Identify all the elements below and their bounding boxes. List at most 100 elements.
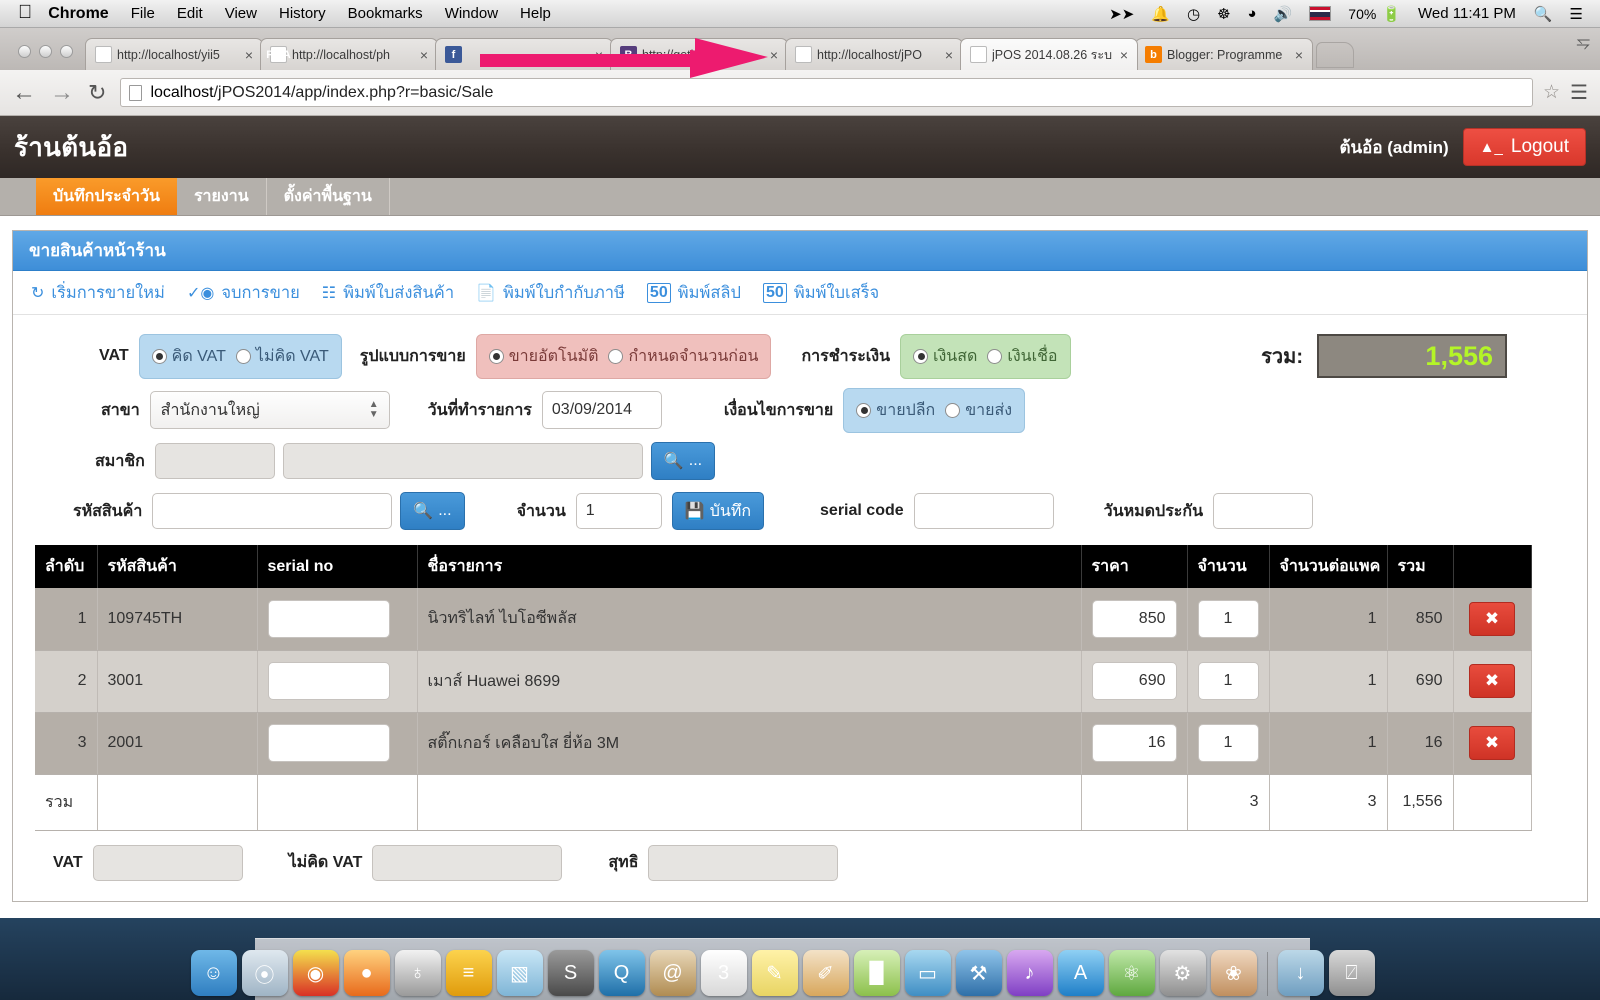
payment-option-credit[interactable]: เงินเชื่อ (987, 344, 1058, 369)
radio-icon[interactable] (856, 402, 872, 418)
sale-condition-option-retail[interactable]: ขายปลีก (856, 398, 935, 423)
row-price-input[interactable]: 16 (1091, 724, 1177, 762)
tab-close-icon[interactable]: × (767, 47, 781, 63)
chrome-menu-icon[interactable]: ☰ (1570, 80, 1588, 105)
battery-icon[interactable]: 🔋 (1382, 5, 1401, 23)
vat-radio-group[interactable]: คิด VAT ไม่คิด VAT (138, 333, 342, 379)
footer-net-input[interactable] (648, 844, 839, 881)
apple-icon[interactable]:  (18, 3, 32, 22)
row-serial-input[interactable] (267, 724, 390, 762)
zoom-window-button[interactable] (60, 45, 73, 58)
print-delivery-note-action[interactable]: ☷ พิมพ์ใบส่งสินค้า (322, 280, 454, 306)
print-slip-action[interactable]: 50 พิมพ์สลิป (646, 280, 741, 306)
browser-tab[interactable]: B http://getbootstrap. × (610, 38, 788, 70)
row-serial-input[interactable] (267, 662, 390, 700)
pages-icon[interactable]: ✐ (802, 950, 849, 996)
footer-novat-input[interactable] (372, 844, 563, 881)
sale-mode-radio-group[interactable]: ขายอัตโนมัติ กำหนดจำนวนก่อน (475, 333, 772, 379)
menu-help[interactable]: Help (520, 5, 551, 22)
delete-row-button[interactable]: ✖ (1469, 726, 1515, 760)
print-receipt-action[interactable]: 50 พิมพ์ใบเสร็จ (763, 280, 879, 306)
tab-close-icon[interactable]: × (942, 47, 956, 63)
nav-tab-reports[interactable]: รายงาน (177, 178, 267, 215)
radio-icon[interactable] (235, 348, 251, 364)
time-machine-icon[interactable]: ◷ (1187, 5, 1200, 23)
keynote-icon[interactable]: ▭ (904, 950, 951, 996)
browser-tab[interactable]: ● http://localhost/jPO × (785, 38, 963, 70)
browser-tab[interactable]: ● http://localhost/yii5 × (85, 38, 263, 70)
radio-icon[interactable] (945, 402, 961, 418)
sale-condition-radio-group[interactable]: ขายปลีก ขายส่ง (843, 387, 1026, 433)
sublime-text-icon[interactable]: S (547, 950, 594, 996)
xampp-icon[interactable]: ≡ (445, 950, 492, 996)
safari-icon[interactable]: ⦿ (241, 950, 288, 996)
payment-radio-group[interactable]: เงินสด เงินเชื่อ (900, 333, 1071, 379)
minimize-window-button[interactable] (39, 45, 52, 58)
delete-row-button[interactable]: ✖ (1469, 664, 1515, 698)
quicktime-icon[interactable]: Q (598, 950, 645, 996)
address-bar[interactable]: localhost/jPOS2014/app/index.php?r=basic… (120, 78, 1534, 107)
firefox-icon[interactable]: ● (343, 950, 390, 996)
print-tax-invoice-action[interactable]: 📄 พิมพ์ใบกำกับภาษี (476, 280, 625, 306)
browser-tab[interactable]: PMA http://localhost/ph × (260, 38, 438, 70)
tab-close-icon[interactable]: × (592, 47, 606, 63)
fullscreen-icon[interactable]: ⥧ (1576, 34, 1590, 54)
back-arrow-icon[interactable]: ← (12, 80, 36, 105)
new-sale-action[interactable]: ↻ เริ่มการขายใหม่ (31, 280, 165, 306)
member-name-input[interactable] (282, 443, 643, 479)
menu-chrome[interactable]: Chrome (48, 5, 108, 23)
row-price-input[interactable]: 850 (1091, 599, 1177, 638)
notes-icon[interactable]: ✎ (751, 950, 798, 996)
sale-condition-option-wholesale[interactable]: ขายส่ง (945, 398, 1012, 423)
logout-button[interactable]: ▲_ Logout (1462, 128, 1586, 166)
system-preferences-icon[interactable]: ⚙ (1159, 950, 1206, 996)
menu-bar-clock[interactable]: Wed 11:41 PM (1418, 5, 1516, 22)
itunes-icon[interactable]: ♪ (1006, 950, 1053, 996)
browser-tab[interactable]: f × (435, 38, 613, 70)
calendar-icon[interactable]: 3 (700, 950, 747, 996)
new-tab-button[interactable] (1316, 42, 1354, 68)
bookmark-star-icon[interactable]: ☆ (1543, 81, 1560, 104)
xcode-icon[interactable]: ⚒ (955, 950, 1002, 996)
radio-icon[interactable] (608, 348, 624, 364)
serial-code-input[interactable] (913, 493, 1054, 529)
finish-sale-action[interactable]: ✓◉ จบการขาย (187, 280, 300, 306)
mail-icon[interactable]: @ (649, 950, 696, 996)
transaction-date-input[interactable]: 03/09/2014 (541, 391, 662, 429)
member-code-input[interactable] (154, 443, 275, 479)
notification-center-icon[interactable]: ☰ (1570, 5, 1583, 23)
finder-icon[interactable]: ☺ (190, 950, 237, 996)
menu-window[interactable]: Window (445, 5, 498, 22)
tab-close-icon[interactable]: × (1292, 47, 1306, 63)
menu-bookmarks[interactable]: Bookmarks (348, 5, 423, 22)
page-info-icon[interactable] (129, 84, 143, 101)
bluetooth-icon[interactable]: ☸ (1217, 5, 1230, 23)
app-store-icon[interactable]: A (1057, 950, 1104, 996)
row-qty-input[interactable]: 1 (1197, 662, 1259, 700)
thai-flag-icon[interactable] (1309, 6, 1332, 21)
numbers-icon[interactable]: █ (853, 950, 900, 996)
radio-icon[interactable] (151, 348, 167, 364)
row-qty-input[interactable]: 1 (1197, 724, 1259, 762)
sale-mode-option-auto[interactable]: ขายอัตโนมัติ (488, 344, 598, 369)
menu-view[interactable]: View (225, 5, 257, 22)
quantity-input[interactable]: 1 (575, 493, 662, 529)
chrome-icon[interactable]: ◉ (292, 950, 339, 996)
product-search-button[interactable]: 🔍 ... (400, 492, 465, 530)
volume-icon[interactable]: 🔊 (1274, 5, 1293, 23)
browser-tab[interactable]: b Blogger: Programme × (1135, 38, 1313, 70)
trash-icon[interactable]: ⍁ (1328, 950, 1375, 996)
row-serial-input[interactable] (267, 599, 390, 638)
spotlight-search-icon[interactable]: 🔍 (1534, 5, 1553, 23)
save-item-button[interactable]: 💾 บันทึก (671, 492, 765, 530)
tab-close-icon[interactable]: × (417, 47, 431, 63)
menu-edit[interactable]: Edit (177, 5, 203, 22)
virtualbox-icon[interactable]: ▧ (496, 950, 543, 996)
warranty-expiry-input[interactable] (1213, 493, 1314, 529)
downloads-stack-icon[interactable]: ↓ (1277, 950, 1324, 996)
vat-option-without[interactable]: ไม่คิด VAT (235, 344, 329, 369)
tab-close-icon[interactable]: × (242, 47, 256, 63)
product-code-input[interactable] (152, 493, 393, 529)
browser-tab-active[interactable]: ● jPOS 2014.08.26 ระบ × (960, 38, 1138, 70)
close-window-button[interactable] (18, 45, 31, 58)
